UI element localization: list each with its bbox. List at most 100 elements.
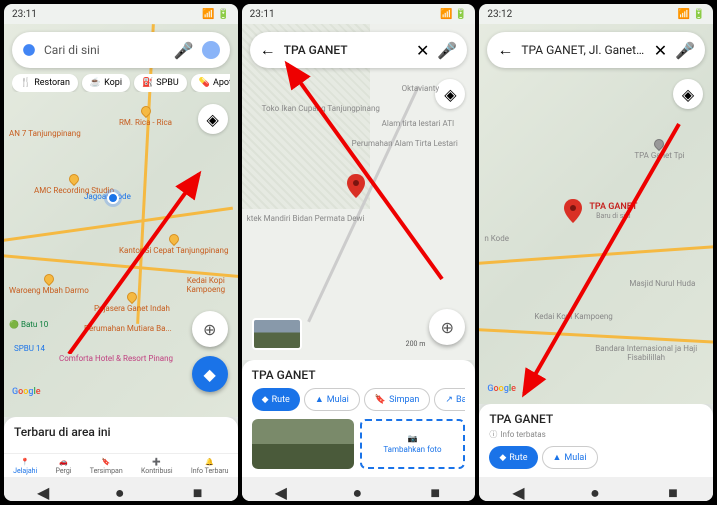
google-logo: Google bbox=[12, 387, 41, 397]
poi: n Kode bbox=[484, 234, 509, 243]
status-time: 23:11 bbox=[250, 9, 275, 20]
mic-icon[interactable]: 🎤 bbox=[437, 41, 457, 60]
tab-bar: 📍Jelajahi 🚗Pergi 🔖Tersimpan ➕Kontribusi … bbox=[4, 453, 238, 477]
map-pin[interactable] bbox=[347, 174, 365, 198]
search-bar[interactable]: ← TPA GANET ✕ 🎤 bbox=[250, 32, 468, 68]
poi: 🟢 Batu 10 bbox=[9, 320, 48, 329]
my-location-dot bbox=[104, 189, 122, 207]
search-value: TPA GANET bbox=[284, 43, 408, 57]
layers-button[interactable]: ◈ bbox=[435, 79, 465, 109]
poi: Pujasera Ganet Indah bbox=[94, 292, 170, 313]
chip-spbu[interactable]: ⛽ SPBU bbox=[134, 74, 187, 92]
avatar[interactable] bbox=[202, 41, 220, 59]
poi: RM. Rica - Rica bbox=[119, 106, 172, 127]
map-canvas[interactable]: ← TPA GANET ✕ 🎤 ◈ Oktavianty Toko Ikan C… bbox=[242, 24, 476, 360]
mulai-button[interactable]: ▲ Mulai bbox=[304, 388, 360, 411]
add-photo-button[interactable]: 📷Tambahkan foto bbox=[360, 419, 466, 469]
nav-home[interactable]: ● bbox=[353, 483, 365, 495]
search-bar[interactable]: Cari di sini 🎤 bbox=[12, 32, 230, 68]
map-canvas[interactable]: Cari di sini 🎤 🍴 Restoran ☕ Kopi ⛽ SPBU … bbox=[4, 24, 238, 417]
tab-info[interactable]: 🔔Info Terbaru bbox=[191, 458, 229, 475]
simpan-button[interactable]: 🔖 Simpan bbox=[364, 388, 431, 411]
mic-icon[interactable]: 🎤 bbox=[675, 41, 695, 60]
status-bar: 23:12 📶 🔋 bbox=[479, 4, 713, 24]
nav-home[interactable]: ● bbox=[590, 483, 602, 495]
google-logo: Google bbox=[487, 384, 516, 394]
action-row: ◆ Rute ▲ Mulai bbox=[489, 446, 703, 469]
clear-icon[interactable]: ✕ bbox=[416, 41, 429, 60]
android-navbar: ◀ ● ■ bbox=[479, 477, 713, 501]
poi: Alam tirta lestari ATI bbox=[382, 119, 455, 128]
nav-recent[interactable]: ■ bbox=[430, 483, 442, 495]
poi: Perumahan Mutiara Ba... bbox=[84, 324, 172, 333]
google-icon bbox=[22, 43, 36, 57]
streetview-thumb[interactable] bbox=[252, 318, 302, 350]
chip-apotek[interactable]: 💊 Apotek bbox=[191, 74, 230, 92]
sheet-title: Terbaru di area ini bbox=[14, 425, 228, 439]
clear-icon[interactable]: ✕ bbox=[654, 41, 667, 60]
search-bar[interactable]: ← TPA GANET, Jl. Ganet, Pin... ✕ 🎤 bbox=[487, 32, 705, 68]
tab-jelajahi[interactable]: 📍Jelajahi bbox=[13, 458, 37, 475]
chip-restoran[interactable]: 🍴 Restoran bbox=[12, 74, 78, 92]
map-pin[interactable] bbox=[564, 199, 582, 223]
layers-button[interactable]: ◈ bbox=[198, 104, 228, 134]
phone-screen-3: 23:12 📶 🔋 ← TPA GANET, Jl. Ganet, Pin...… bbox=[479, 4, 713, 501]
poi: Comforta Hotel & Resort Pinang bbox=[59, 354, 173, 363]
sheet-subtitle: ⓘ Info terbatas bbox=[489, 429, 703, 440]
poi: TPA Ganet Tpi bbox=[634, 139, 684, 160]
nav-home[interactable]: ● bbox=[115, 483, 127, 495]
recenter-button[interactable]: ⊕ bbox=[429, 309, 465, 345]
layers-button[interactable]: ◈ bbox=[673, 79, 703, 109]
poi: SPBU 14 bbox=[14, 344, 45, 353]
poi: Masjid Nurul Huda bbox=[629, 279, 695, 288]
map-canvas[interactable]: ← TPA GANET, Jl. Ganet, Pin... ✕ 🎤 ◈ TPA… bbox=[479, 24, 713, 404]
poi: Waroeng Mbah Darmo bbox=[9, 274, 89, 295]
poi: Kantor Si Cepat Tanjungpinang bbox=[119, 234, 228, 255]
status-bar: 23:11 📶 🔋 bbox=[242, 4, 476, 24]
bagikan-button[interactable]: ↗ Bagikan bbox=[434, 388, 465, 411]
poi: ktek Mandiri Bidan Permata Dewi bbox=[247, 214, 365, 223]
mulai-button[interactable]: ▲ Mulai bbox=[542, 446, 598, 469]
bottom-sheet[interactable]: Terbaru di area ini bbox=[4, 417, 238, 453]
status-time: 23:11 bbox=[12, 9, 37, 20]
chip-kopi[interactable]: ☕ Kopi bbox=[82, 74, 130, 92]
nav-recent[interactable]: ■ bbox=[193, 483, 205, 495]
status-time: 23:12 bbox=[487, 9, 512, 20]
nav-back[interactable]: ◀ bbox=[512, 483, 524, 495]
recenter-button[interactable]: ⊕ bbox=[192, 311, 228, 347]
phone-screen-2: 23:11 📶 🔋 ← TPA GANET ✕ 🎤 ◈ Oktavianty T… bbox=[242, 4, 476, 501]
search-value: TPA GANET, Jl. Ganet, Pin... bbox=[521, 43, 645, 57]
nav-back[interactable]: ◀ bbox=[37, 483, 49, 495]
poi: AN 7 Tanjungpinang bbox=[9, 129, 81, 138]
poi: Toko Ikan Cupang Tanjungpinang bbox=[262, 104, 380, 113]
tab-kontribusi[interactable]: ➕Kontribusi bbox=[141, 458, 173, 475]
tab-pergi[interactable]: 🚗Pergi bbox=[55, 458, 71, 475]
rute-button[interactable]: ◆ Rute bbox=[489, 446, 537, 469]
category-chips: 🍴 Restoran ☕ Kopi ⛽ SPBU 💊 Apotek bbox=[12, 74, 230, 92]
back-icon[interactable]: ← bbox=[497, 40, 513, 60]
sheet-title: TPA GANET bbox=[489, 412, 703, 426]
nav-recent[interactable]: ■ bbox=[668, 483, 680, 495]
bottom-sheet[interactable]: TPA GANET ◆ Rute ▲ Mulai 🔖 Simpan ↗ Bagi… bbox=[242, 360, 476, 477]
back-icon[interactable]: ← bbox=[260, 40, 276, 60]
status-icons: 📶 🔋 bbox=[678, 9, 705, 20]
mic-icon[interactable]: 🎤 bbox=[174, 41, 194, 60]
bottom-sheet[interactable]: TPA GANET ⓘ Info terbatas ◆ Rute ▲ Mulai bbox=[479, 404, 713, 477]
android-navbar: ◀ ● ■ bbox=[4, 477, 238, 501]
status-icons: 📶 🔋 bbox=[440, 9, 467, 20]
android-navbar: ◀ ● ■ bbox=[242, 477, 476, 501]
photo-row: 📷Tambahkan foto bbox=[252, 419, 466, 469]
nav-back[interactable]: ◀ bbox=[275, 483, 287, 495]
rute-button[interactable]: ◆ Rute bbox=[252, 388, 300, 411]
action-row: ◆ Rute ▲ Mulai 🔖 Simpan ↗ Bagikan bbox=[252, 388, 466, 411]
poi: Kedai Kopi Kampoeng bbox=[534, 312, 612, 321]
tab-tersimpan[interactable]: 🔖Tersimpan bbox=[90, 458, 123, 475]
status-icons: 📶 🔋 bbox=[202, 9, 229, 20]
phone-screen-1: 23:11 📶 🔋 Cari di sini 🎤 🍴 Restoran ☕ Ko… bbox=[4, 4, 238, 501]
status-bar: 23:11 📶 🔋 bbox=[4, 4, 238, 24]
place-photo[interactable] bbox=[252, 419, 354, 469]
directions-fab[interactable]: ◆ bbox=[192, 356, 228, 392]
map-scale: 200 m bbox=[406, 340, 426, 348]
poi: Kedai Kopi Kampoeng bbox=[174, 276, 238, 294]
place-label: TPA GANET Baru di sini bbox=[589, 202, 637, 220]
